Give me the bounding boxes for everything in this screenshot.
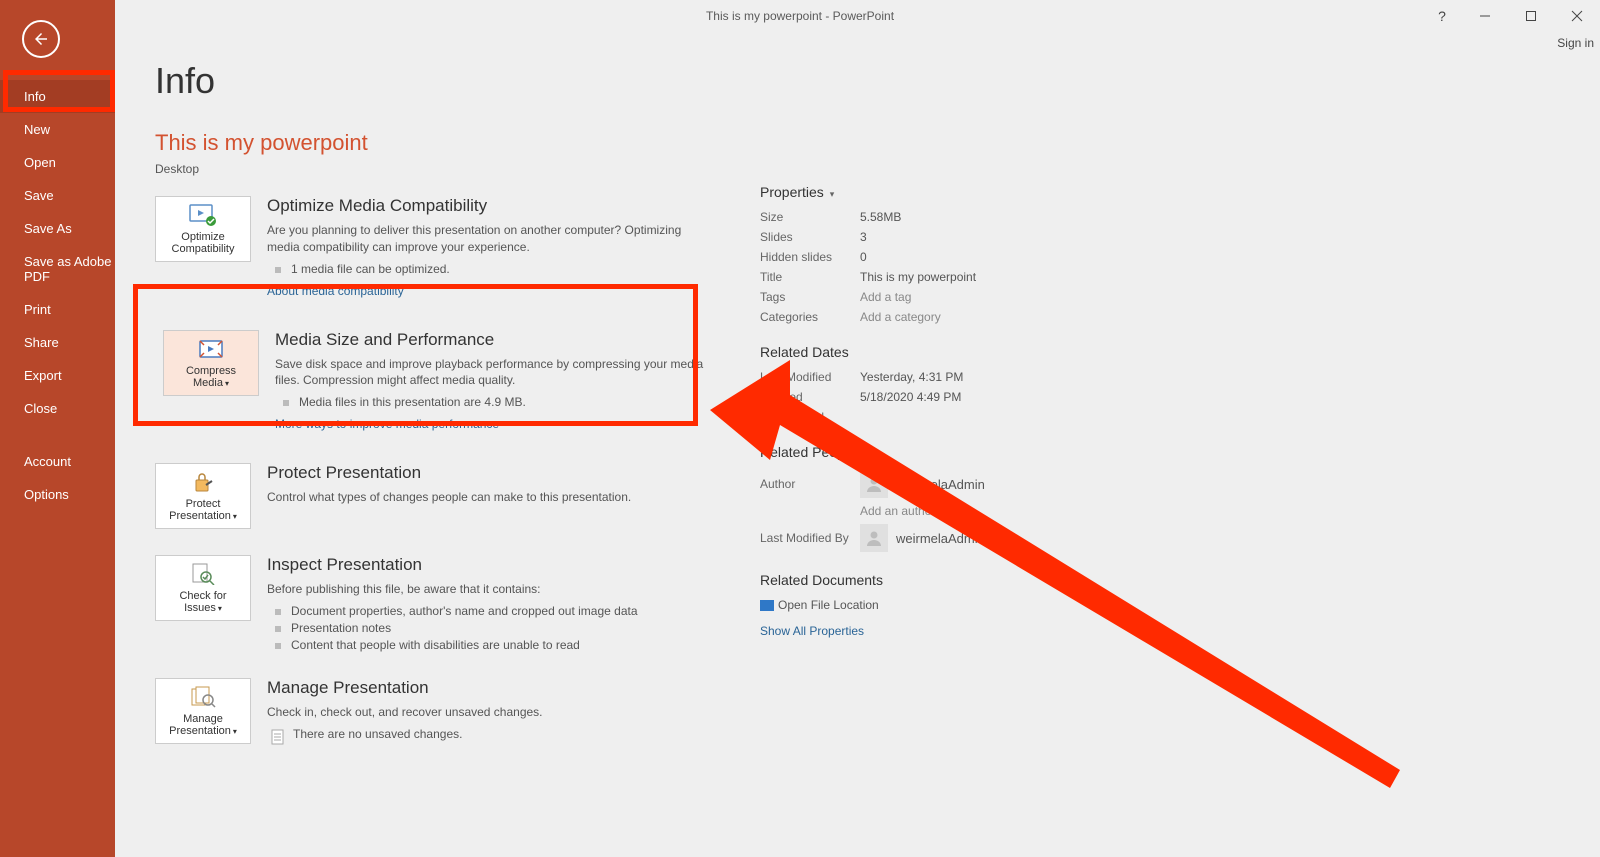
close-window-button[interactable] (1554, 0, 1600, 32)
slides-label: Slides (760, 230, 860, 244)
author-label: Author (760, 477, 860, 491)
last-printed-label: Last Printed (760, 410, 860, 424)
size-value: 5.58MB (860, 210, 901, 224)
maximize-button[interactable] (1508, 0, 1554, 32)
nav-share[interactable]: Share (0, 326, 115, 359)
related-people-heading: Related People (760, 444, 1160, 460)
arrow-left-icon (32, 30, 50, 48)
check-for-issues-button[interactable]: Check for Issues▾ (155, 555, 251, 621)
inspect-b2: Presentation notes (291, 621, 391, 635)
chevron-down-icon: ▾ (218, 604, 222, 613)
window-title: This is my powerpoint - PowerPoint (706, 9, 894, 23)
related-dates-heading: Related Dates (760, 344, 1160, 360)
open-file-location-link[interactable]: Open File Location (760, 598, 1160, 612)
nav-new[interactable]: New (0, 113, 115, 146)
protect-presentation-button[interactable]: Protect Presentation▾ (155, 463, 251, 529)
related-documents-heading: Related Documents (760, 572, 1160, 588)
properties-dropdown[interactable]: Properties ▾ (760, 184, 1160, 200)
inspect-desc: Before publishing this file, be aware th… (267, 581, 638, 598)
avatar (860, 524, 888, 552)
optimize-heading: Optimize Media Compatibility (267, 196, 707, 216)
nav-save-as[interactable]: Save As (0, 212, 115, 245)
bullet-icon (275, 643, 281, 649)
optimize-compatibility-button[interactable]: Optimize Compatibility (155, 196, 251, 262)
chevron-down-icon: ▾ (233, 512, 237, 521)
compress-heading: Media Size and Performance (275, 330, 715, 350)
compress-bullet: Media files in this presentation are 4.9… (299, 395, 526, 409)
nav-open[interactable]: Open (0, 146, 115, 179)
manage-heading: Manage Presentation (267, 678, 543, 698)
inspect-icon (189, 562, 217, 586)
manage-desc: Check in, check out, and recover unsaved… (267, 704, 543, 721)
about-media-compat-link[interactable]: About media compatibility (267, 284, 707, 298)
optimize-bullet: 1 media file can be optimized. (291, 262, 450, 276)
file-name: This is my powerpoint (155, 130, 1580, 156)
nav-export[interactable]: Export (0, 359, 115, 392)
nav-close[interactable]: Close (0, 392, 115, 425)
lock-icon (189, 470, 217, 494)
sign-in-link[interactable]: Sign in (1557, 36, 1594, 50)
slides-value: 3 (860, 230, 867, 244)
avatar (860, 470, 888, 498)
size-label: Size (760, 210, 860, 224)
protect-desc: Control what types of changes people can… (267, 489, 631, 506)
categories-label: Categories (760, 310, 860, 324)
inspect-heading: Inspect Presentation (267, 555, 638, 575)
compress-desc: Save disk space and improve playback per… (275, 356, 715, 390)
optimize-icon (189, 203, 217, 227)
manage-button-label: Manage Presentation (169, 713, 231, 737)
nav-options[interactable]: Options (0, 478, 115, 511)
chevron-down-icon: ▾ (225, 379, 229, 388)
manage-b1: There are no unsaved changes. (293, 727, 462, 741)
protect-button-label: Protect Presentation (169, 498, 231, 522)
title-value[interactable]: This is my powerpoint (860, 270, 976, 284)
created-value: 5/18/2020 4:49 PM (860, 390, 961, 404)
optimize-desc: Are you planning to deliver this present… (267, 222, 707, 256)
chevron-down-icon: ▾ (233, 727, 237, 736)
created-label: Created (760, 390, 860, 404)
manage-presentation-button[interactable]: Manage Presentation▾ (155, 678, 251, 744)
compress-icon (197, 337, 225, 361)
bullet-icon (275, 609, 281, 615)
inspect-b3: Content that people with disabilities ar… (291, 638, 580, 652)
inspect-b1: Document properties, author's name and c… (291, 604, 638, 618)
add-author[interactable]: Add an author (860, 504, 935, 518)
nav-info[interactable]: Info (0, 80, 115, 113)
nav-save[interactable]: Save (0, 179, 115, 212)
bullet-icon (275, 267, 281, 273)
compress-media-button[interactable]: Compress Media▾ (163, 330, 259, 396)
file-location: Desktop (155, 162, 1580, 176)
author-value[interactable]: weirmelaAdmin (896, 477, 985, 492)
nav-save-adobe[interactable]: Save as Adobe PDF (0, 245, 115, 293)
help-button[interactable]: ? (1422, 0, 1462, 32)
optimize-button-label: Optimize Compatibility (160, 231, 246, 255)
nav-print[interactable]: Print (0, 293, 115, 326)
tags-label: Tags (760, 290, 860, 304)
more-media-perf-link[interactable]: More ways to improve media performance (275, 417, 715, 431)
page-title: Info (155, 60, 1580, 102)
last-modified-label: Last Modified (760, 370, 860, 384)
categories-value[interactable]: Add a category (860, 310, 941, 324)
folder-icon (760, 600, 774, 611)
backstage-sidebar: Info New Open Save Save As Save as Adobe… (0, 0, 115, 857)
hidden-value: 0 (860, 250, 867, 264)
protect-heading: Protect Presentation (267, 463, 631, 483)
title-label: Title (760, 270, 860, 284)
nav-account[interactable]: Account (0, 445, 115, 478)
bullet-icon (275, 626, 281, 632)
manage-icon (189, 685, 217, 709)
document-icon (271, 729, 285, 745)
last-modified-by-value: weirmelaAdmin (896, 531, 985, 546)
tags-value[interactable]: Add a tag (860, 290, 911, 304)
chevron-down-icon: ▾ (830, 189, 835, 199)
bullet-icon (283, 400, 289, 406)
last-modified-by-label: Last Modified By (760, 531, 860, 545)
show-all-properties-link[interactable]: Show All Properties (760, 624, 1160, 638)
hidden-label: Hidden slides (760, 250, 860, 264)
back-button[interactable] (22, 20, 60, 58)
last-modified-value: Yesterday, 4:31 PM (860, 370, 963, 384)
minimize-button[interactable] (1462, 0, 1508, 32)
